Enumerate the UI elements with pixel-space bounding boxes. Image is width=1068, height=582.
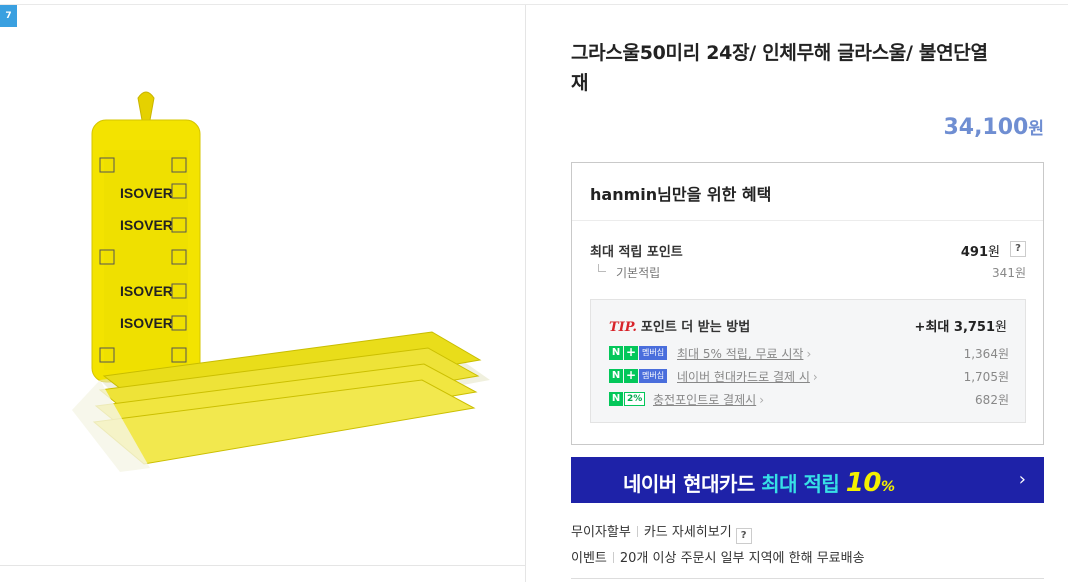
chevron-right-icon: › <box>1018 469 1026 490</box>
tip-word: TIP. <box>609 320 637 335</box>
benefit-box: hanmin님만을 위한 혜택 최대 적립 포인트 491원 ? 기본적립 34… <box>571 162 1044 445</box>
plus-icon: + <box>624 368 638 383</box>
charge-point-text: 충전포인트로 결제시 <box>653 393 757 407</box>
divider <box>636 526 638 537</box>
product-price: 34,100원 <box>943 114 1044 140</box>
naver-n-icon: N <box>609 392 623 406</box>
membership-start-text: 최대 5% 적립, 무료 시작 <box>677 347 804 361</box>
basic-point-value: 341원 <box>992 266 1026 280</box>
insulation-roll: ISOVER ISOVER ISOVER ISOVER <box>91 91 201 383</box>
event-row: 이벤트 20개 이상 주문시 일부 지역에 한해 무료배송 <box>571 547 865 566</box>
event-label: 이벤트 <box>571 551 607 566</box>
naver-n-icon: N <box>609 369 623 383</box>
divider <box>612 552 614 563</box>
card-detail-link[interactable]: 카드 자세히보기 <box>644 525 732 540</box>
banner-text-max: 최대 적립 <box>761 472 840 496</box>
bottom-divider <box>571 578 1044 579</box>
product-image[interactable]: ISOVER ISOVER ISOVER ISOVER <box>60 80 500 480</box>
chevron-right-icon: › <box>806 347 812 361</box>
tip-heading: TIP. 포인트 더 받는 방법 <box>609 316 750 335</box>
max-point-label: 최대 적립 포인트 <box>590 245 683 260</box>
plus-icon: + <box>624 345 638 360</box>
banner-text-card: 네이버 현대카드 <box>623 472 755 496</box>
max-point-help-button[interactable]: ? <box>1010 241 1026 257</box>
corner-badge: 7 <box>0 5 17 27</box>
price-value: 34,100 <box>943 115 1029 140</box>
benefit-heading: hanmin님만을 위한 혜택 <box>572 163 1043 221</box>
percent-label: 2% <box>624 392 646 406</box>
membership-badge: N + 멤버십 <box>609 345 668 360</box>
price-unit: 원 <box>1028 119 1044 139</box>
event-text: 20개 이상 주문시 일부 지역에 한해 무료배송 <box>619 551 865 566</box>
tip-total: +최대 3,751원 <box>915 316 1007 335</box>
product-title: 그라스울50미리 24장/ 인체무해 글라스울/ 불연단열재 <box>571 42 988 94</box>
tip-row-charge-point: N 2% 충전포인트로 결제시 › 682원 <box>609 391 1009 409</box>
tip-total-unit: 원 <box>995 320 1007 335</box>
roll-brand-text-1: ISOVER <box>120 185 173 201</box>
charge-point-badge: N 2% <box>609 392 646 406</box>
max-point-unit: 원 <box>988 245 1000 260</box>
banner-text: 네이버 현대카드 최대 적립 10% <box>623 468 895 498</box>
installment-row: 무이자할부 카드 자세히보기? <box>571 521 752 544</box>
chevron-right-icon: › <box>759 393 764 407</box>
hyundai-card-banner[interactable]: 네이버 현대카드 최대 적립 10% › <box>571 457 1044 503</box>
membership-badge: N + 멤버십 <box>609 368 668 383</box>
tip-total-prefix: +최대 <box>914 320 950 335</box>
chevron-right-icon: › <box>812 370 818 384</box>
tip-row-hyundai-card: N + 멤버십 네이버 현대카드로 결제 시 › 1,705원 <box>609 368 1009 386</box>
max-point-value: 491원 <box>961 241 1000 260</box>
charge-point-link[interactable]: 충전포인트로 결제시 › <box>653 391 764 408</box>
tip-box: TIP. 포인트 더 받는 방법 +최대 3,751원 N + 멤버십 최대 5%… <box>590 299 1026 423</box>
indent-marker-icon <box>598 264 606 272</box>
roll-brand-text-4: ISOVER <box>120 315 173 331</box>
naver-n-icon: N <box>609 346 623 360</box>
roll-brand-text-2: ISOVER <box>120 217 173 233</box>
tip-row-value: 1,364원 <box>963 347 1009 361</box>
tip-heading-text: 포인트 더 받는 방법 <box>640 320 751 335</box>
image-bottom-divider <box>0 565 526 566</box>
tip-row-value: 1,705원 <box>963 370 1009 384</box>
membership-label: 멤버십 <box>639 346 668 360</box>
card-help-button[interactable]: ? <box>735 528 752 544</box>
roll-brand-text-3: ISOVER <box>120 283 173 299</box>
basic-point-label: 기본적립 <box>616 266 661 280</box>
membership-start-link[interactable]: 최대 5% 적립, 무료 시작 › <box>677 345 811 362</box>
banner-text-number: 10 <box>845 468 882 498</box>
max-point-number: 491 <box>960 245 989 260</box>
hyundai-card-text: 네이버 현대카드로 결제 시 <box>677 370 810 384</box>
tip-row-value: 682원 <box>975 393 1009 407</box>
hyundai-card-link[interactable]: 네이버 현대카드로 결제 시 › <box>677 368 818 385</box>
membership-label: 멤버십 <box>639 369 668 383</box>
tip-total-value: 3,751 <box>953 320 996 335</box>
tip-row-membership: N + 멤버십 최대 5% 적립, 무료 시작 › 1,364원 <box>609 345 1009 363</box>
banner-text-percent: % <box>880 479 895 495</box>
installment-label: 무이자할부 <box>571 525 631 540</box>
